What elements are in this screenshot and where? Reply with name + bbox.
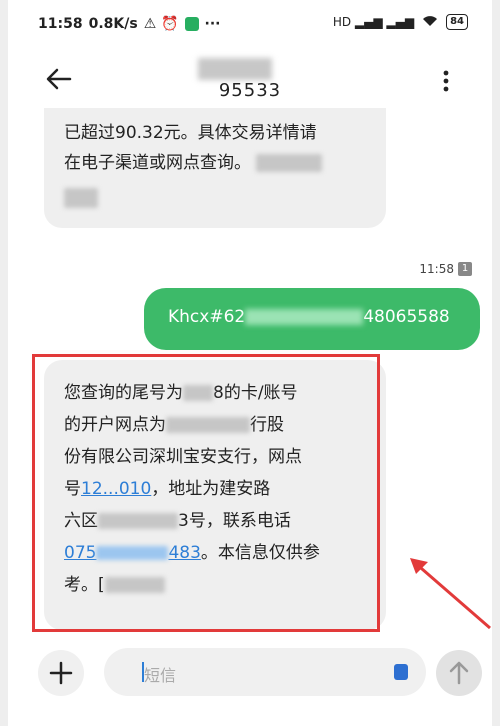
annotation-highlight-box xyxy=(32,354,380,632)
received-message-1[interactable]: 已超过90.32元。具体交易详情请 在电子渠道或网点查询。 xyxy=(44,108,386,228)
status-left: 11:58 0.8K/s ⚠ ⏰ ··· xyxy=(38,16,221,32)
status-extras: ⚠ ⏰ xyxy=(143,16,179,32)
status-time: 11:58 xyxy=(38,16,83,32)
sent-text-prefix: Khcx#62 xyxy=(168,307,246,327)
sim-select-icon[interactable] xyxy=(394,664,408,680)
blurred-text xyxy=(64,188,98,208)
annotation-arrow-icon xyxy=(406,556,492,632)
message-line: 已超过90.32元。具体交易详情请 xyxy=(64,123,317,143)
sms-input[interactable]: 短信 xyxy=(104,648,426,696)
wifi-icon xyxy=(422,15,438,30)
status-more: ··· xyxy=(204,16,221,32)
status-right: HD ▂▄▆ ▂▄▆ 84 xyxy=(333,14,468,30)
compose-bar: 短信 xyxy=(8,640,492,726)
message-line: 在电子渠道或网点查询。 xyxy=(64,148,323,178)
message-timestamp: 11:58 1 xyxy=(419,262,472,276)
battery-icon: 84 xyxy=(446,14,468,30)
contact-name-blurred xyxy=(198,58,272,80)
conversation-header: 95533 xyxy=(8,46,492,116)
message-text: 在电子渠道或网点查询。 xyxy=(64,153,251,173)
sent-text-suffix: 48065588 xyxy=(363,307,450,327)
more-vertical-icon[interactable] xyxy=(434,66,458,96)
input-placeholder: 短信 xyxy=(144,666,177,685)
sent-message-text: Khcx#62 48065588 xyxy=(168,307,450,327)
blurred-text xyxy=(245,309,364,325)
send-arrow-icon[interactable] xyxy=(436,650,482,696)
sim-card-icon: 1 xyxy=(458,262,472,276)
status-speed: 0.8K/s xyxy=(88,16,138,32)
plus-icon[interactable] xyxy=(38,650,84,696)
signal-icon: HD ▂▄▆ ▂▄▆ xyxy=(332,15,415,29)
contact-number: 95533 xyxy=(218,80,282,101)
status-bar: 11:58 0.8K/s ⚠ ⏰ ··· HD ▂▄▆ ▂▄▆ 84 xyxy=(8,0,492,46)
time-label: 11:58 xyxy=(419,262,454,276)
blurred-text xyxy=(256,154,323,172)
sent-message[interactable]: Khcx#62 48065588 xyxy=(144,288,480,350)
phone-screen: 11:58 0.8K/s ⚠ ⏰ ··· HD ▂▄▆ ▂▄▆ 84 95533 xyxy=(8,0,492,726)
app-notification-icon xyxy=(184,17,199,31)
